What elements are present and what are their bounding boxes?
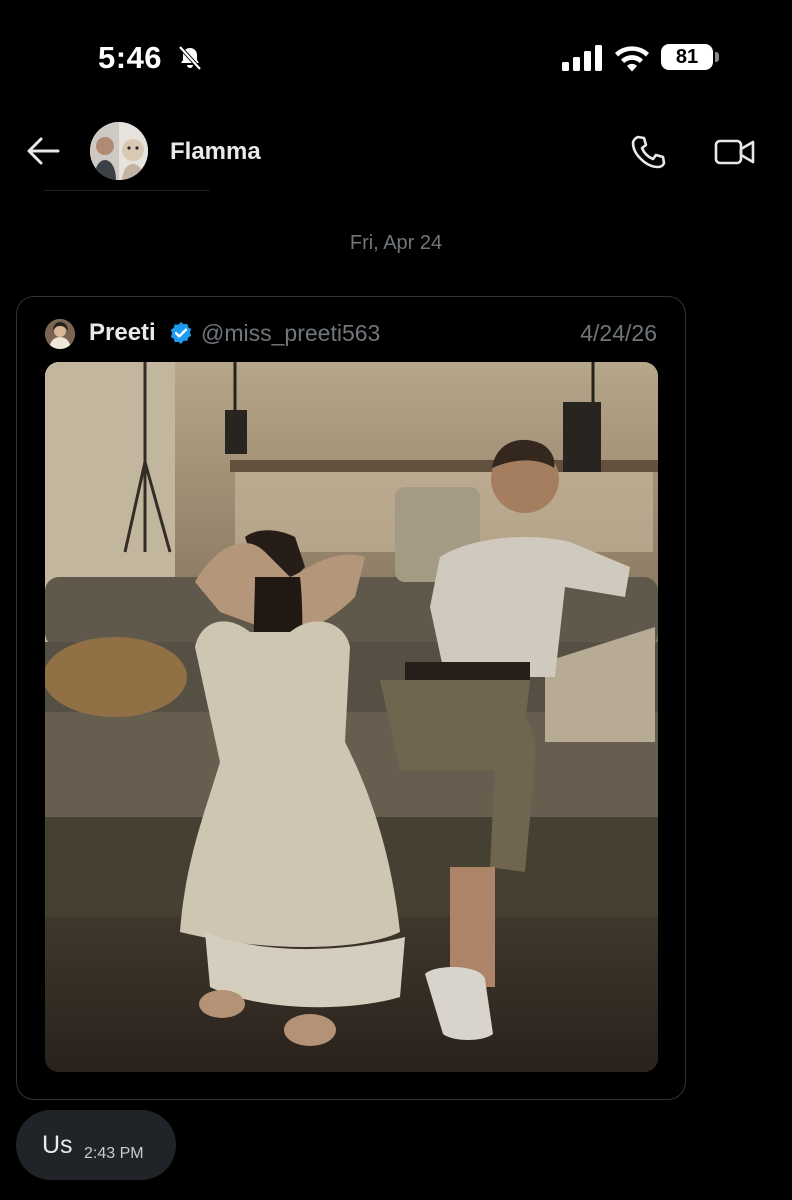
date-separator: Fri, Apr 24 — [349, 232, 443, 254]
post-author-avatar-image — [45, 319, 75, 349]
phone-icon[interactable] — [630, 134, 666, 170]
battery-cap — [715, 52, 719, 62]
cellular-signal-icon — [562, 45, 602, 71]
shared-post-card[interactable]: Preeti @miss_preeti563 4/24/26 — [16, 296, 686, 1100]
header-divider — [44, 190, 210, 191]
post-author-handle[interactable]: @miss_preeti563 — [201, 320, 380, 347]
wifi-icon — [615, 46, 649, 72]
status-time: 5:46 — [98, 40, 163, 75]
battery-level: 81 — [661, 44, 713, 70]
dm-conversation-screen: 5:46 81 Flamma Fri, Apr 24 Preeti @miss_… — [0, 0, 792, 1200]
video-camera-icon[interactable] — [714, 136, 756, 168]
post-author-name[interactable]: Preeti — [89, 319, 156, 347]
post-date: 4/24/26 — [580, 320, 657, 346]
avatar-image — [90, 122, 148, 180]
message-text: Us — [42, 1131, 73, 1159]
message-bubble[interactable]: Us 2:43 PM — [16, 1110, 176, 1180]
post-photo[interactable] — [45, 362, 658, 1072]
message-timestamp: 2:43 PM — [84, 1145, 144, 1162]
bell-slash-icon — [178, 45, 202, 71]
post-photo-image — [45, 362, 658, 1072]
post-author-avatar[interactable] — [45, 319, 75, 349]
arrow-left-icon[interactable] — [26, 136, 60, 166]
contact-name[interactable]: Flamma — [170, 138, 261, 166]
status-bar: 5:46 81 — [0, 0, 792, 110]
conversation-header: Flamma — [0, 110, 792, 194]
contact-avatar[interactable] — [90, 122, 148, 180]
verified-badge-icon — [170, 322, 192, 344]
battery-icon: 81 — [661, 44, 721, 72]
